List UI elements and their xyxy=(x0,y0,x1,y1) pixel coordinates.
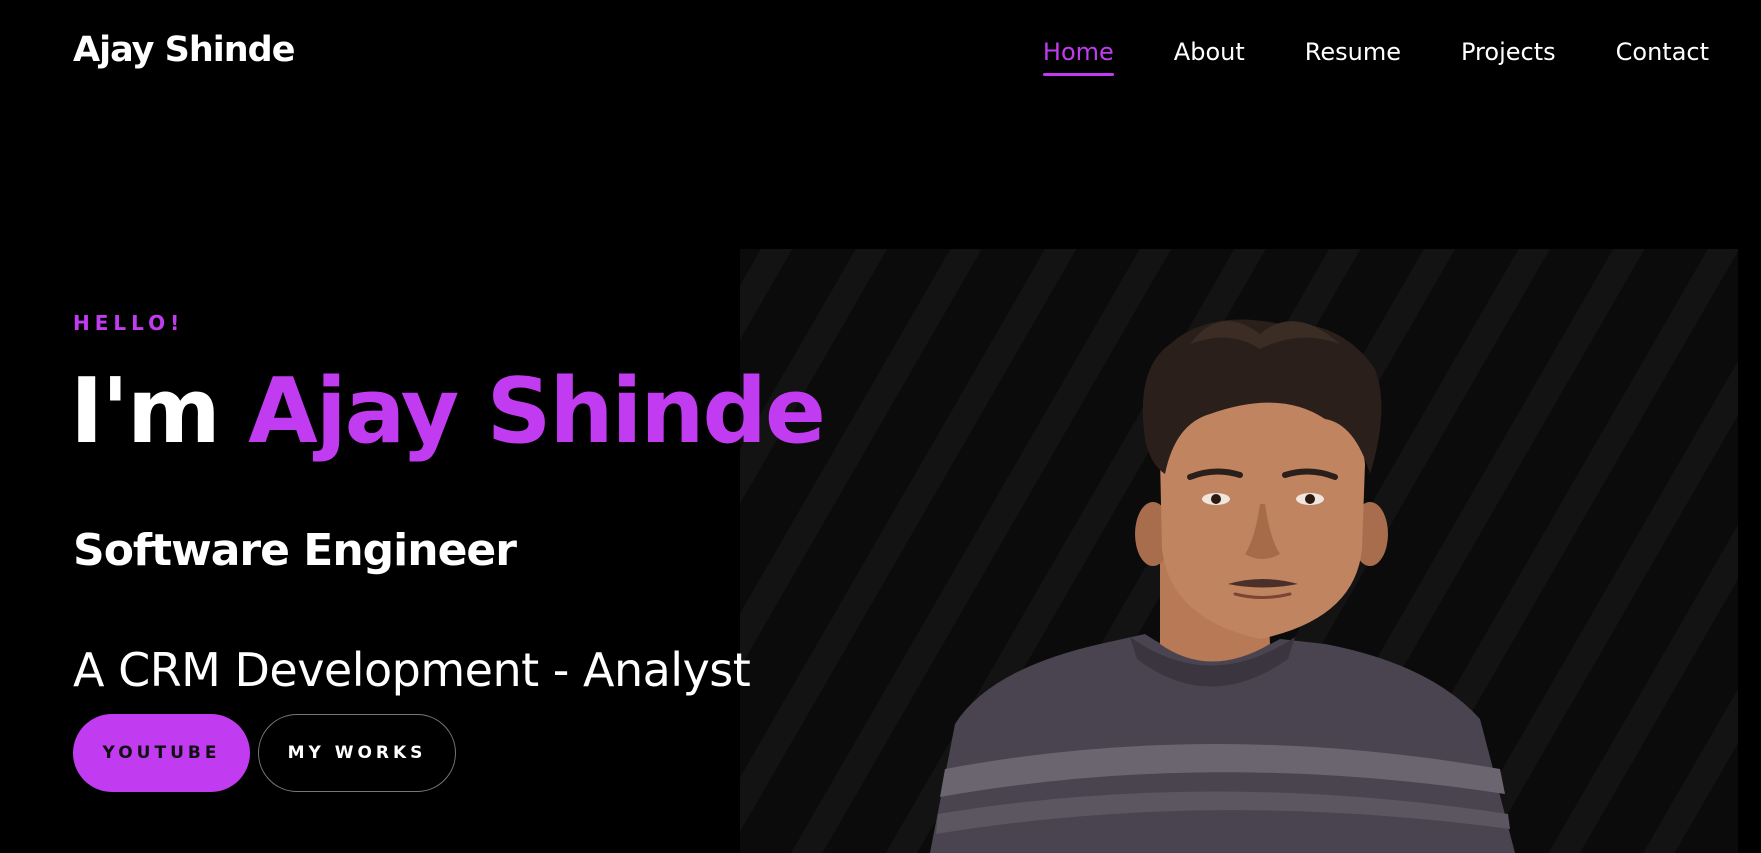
brand-logo[interactable]: Ajay Shinde xyxy=(73,30,295,70)
hero-image-panel xyxy=(740,249,1738,853)
hero-intro: I'm xyxy=(70,359,221,464)
nav-about[interactable]: About xyxy=(1174,38,1245,72)
nav-home[interactable]: Home xyxy=(1042,38,1114,76)
nav-resume[interactable]: Resume xyxy=(1305,38,1401,72)
hero-tagline: A CRM Development - Analyst xyxy=(73,643,751,697)
youtube-button[interactable]: YOUTUBE xyxy=(73,714,250,792)
nav-contact[interactable]: Contact xyxy=(1616,38,1709,72)
hero-name: Ajay Shinde xyxy=(248,359,826,464)
hero-role: Software Engineer xyxy=(73,525,517,576)
profile-photo xyxy=(930,319,1515,853)
hero-headline: I'm Ajay Shinde xyxy=(70,367,826,457)
hero-greeting: HELLO! xyxy=(73,311,185,335)
my-works-button[interactable]: MY WORKS xyxy=(258,714,456,792)
main-nav: Home About Resume Projects Contact xyxy=(1042,38,1709,76)
nav-projects[interactable]: Projects xyxy=(1461,38,1556,72)
landing-page: Ajay Shinde Home About Resume Projects C… xyxy=(0,0,1761,853)
